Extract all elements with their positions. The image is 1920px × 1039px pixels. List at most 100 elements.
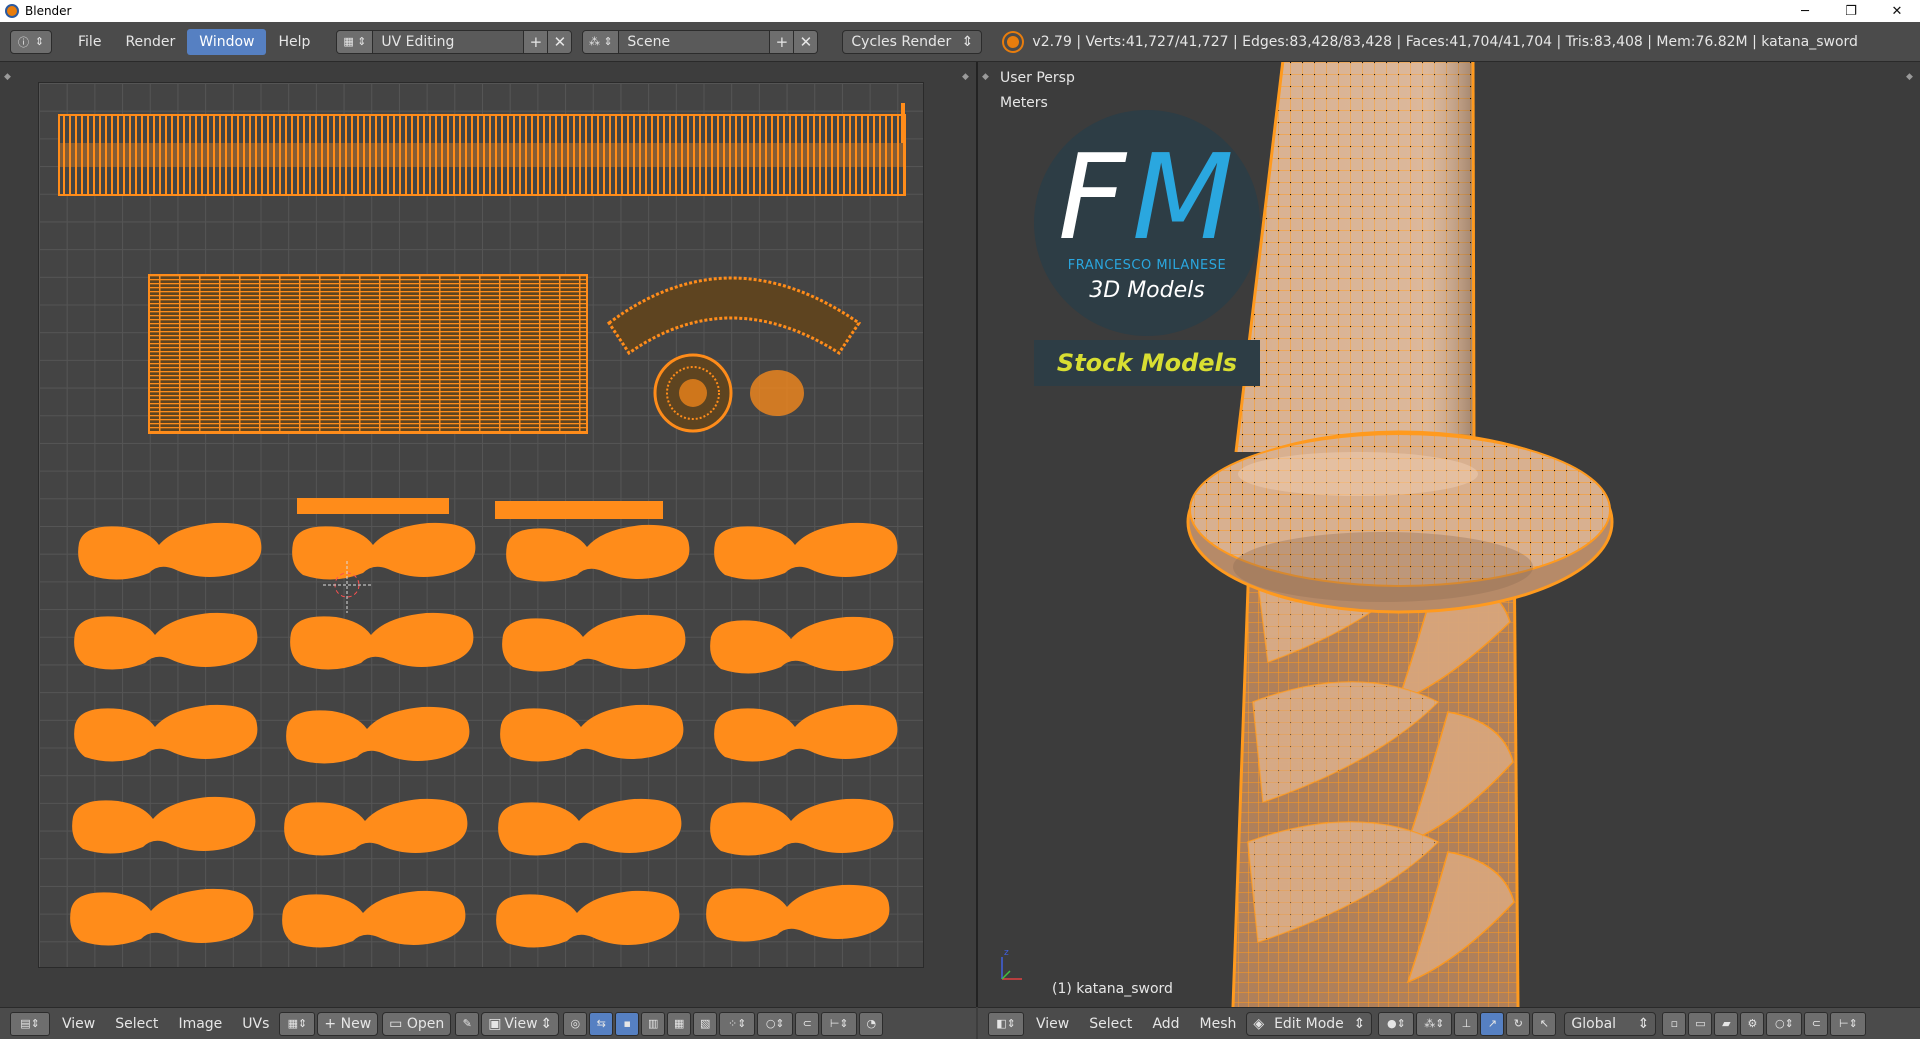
vp-menu-view[interactable]: View	[1026, 1012, 1079, 1036]
rotate-manipulator-icon[interactable]: ↻	[1506, 1011, 1531, 1036]
edge-select-mode-icon[interactable]: ▭	[1688, 1011, 1713, 1036]
editor-type-selector[interactable]: ▤⇕	[10, 1011, 50, 1036]
menu-file[interactable]: File	[66, 29, 113, 55]
info-editor-type-selector[interactable]: ⓘ ⇕	[10, 29, 52, 54]
updown-icon: ⇕	[961, 33, 974, 50]
minimize-button[interactable]: ─	[1782, 0, 1828, 22]
scene-stats: v2.79 | Verts:41,727/41,727 | Edges:83,4…	[1032, 33, 1858, 50]
uv-menu-uvs[interactable]: UVs	[232, 1012, 279, 1036]
uv-island-wraps	[70, 522, 898, 948]
screen-layout-name[interactable]: UV Editing	[373, 30, 524, 53]
restore-button[interactable]: ❐	[1828, 0, 1874, 22]
plus-icon: +	[324, 1015, 341, 1032]
add-scene-button[interactable]: +	[769, 30, 794, 53]
uv-islands	[58, 103, 906, 948]
remove-layout-button[interactable]: ✕	[547, 30, 572, 53]
menu-help[interactable]: Help	[266, 29, 322, 55]
info-icon: ⓘ	[17, 35, 29, 49]
vertex-select-mode-icon[interactable]: ▫	[1662, 1011, 1687, 1036]
uv-island-circle-small	[750, 370, 804, 416]
scene-combo[interactable]: ⁂ ⇕ Scene + ✕	[582, 29, 819, 54]
vertex-select-icon[interactable]: ▪	[615, 1011, 640, 1036]
layout-grid-icon[interactable]: ▦ ⇕	[337, 30, 374, 53]
uv-island-handle	[148, 274, 588, 434]
blender-app-icon	[5, 4, 19, 18]
fm-logo-letter-f: F	[1058, 128, 1126, 266]
vp-menu-add[interactable]: Add	[1142, 1012, 1189, 1036]
screen-layout-combo[interactable]: ▦ ⇕ UV Editing + ✕	[336, 29, 573, 54]
vp-menu-mesh[interactable]: Mesh	[1190, 1012, 1247, 1036]
scene-icon[interactable]: ⁂ ⇕	[583, 30, 620, 53]
manipulator-icon[interactable]: ⊥	[1454, 1011, 1479, 1036]
sticky-mode-icon[interactable]: ⁘⇕	[719, 1011, 756, 1036]
transform-orientation-combo[interactable]: Global ⇕	[1564, 1011, 1657, 1036]
3d-viewport[interactable]: ◆ ◆ User Persp Meters F M FRANCESCO MILA…	[978, 62, 1920, 1007]
info-header: ⓘ ⇕ File Render Window Help ▦ ⇕ UV Editi…	[0, 22, 1920, 62]
updown-icon: ⇕	[34, 35, 45, 48]
stock-models-label: Stock Models	[1056, 349, 1238, 377]
shading-mode-icon[interactable]: ●⇕	[1378, 1011, 1415, 1036]
render-engine-combo[interactable]: Cycles Render ⇕	[842, 29, 983, 54]
face-select-mode-icon[interactable]: ▰	[1714, 1011, 1739, 1036]
editor-type-selector[interactable]: ◧⇕	[988, 1011, 1024, 1036]
render-engine-label: Cycles Render	[851, 33, 952, 50]
axis-gizmo-icon: z	[1001, 948, 1022, 980]
edit-mode-icon: ◈	[1253, 1015, 1265, 1032]
snap-icon[interactable]: ⊂	[1804, 1011, 1829, 1036]
occlude-geometry-icon[interactable]: ⚙	[1740, 1011, 1765, 1036]
snap-element-icon[interactable]: ⊢⇕	[1830, 1011, 1867, 1036]
translate-manipulator-icon[interactable]: ↗	[1480, 1011, 1505, 1036]
menu-render[interactable]: Render	[113, 29, 187, 55]
region-toggle-arrow-icon[interactable]: ◆	[4, 72, 11, 82]
region-toggle-arrow-icon[interactable]: ◆	[962, 72, 969, 82]
uv-menu-select[interactable]: Select	[105, 1012, 168, 1036]
edge-select-icon[interactable]: ▥	[641, 1011, 666, 1036]
new-image-button[interactable]: + New	[317, 1011, 379, 1036]
close-button[interactable]: ✕	[1874, 0, 1920, 22]
uv-canvas-grid[interactable]	[38, 82, 924, 968]
pivot-icon[interactable]: ◎	[563, 1011, 588, 1036]
blender-logo-icon	[1004, 32, 1023, 51]
active-object-label: (1) katana_sword	[1052, 981, 1173, 997]
interaction-mode-combo[interactable]: ◈ Edit Mode ⇕	[1246, 1011, 1373, 1036]
image-browse-icon[interactable]: ▦⇕	[279, 1011, 316, 1036]
menu-window[interactable]: Window	[187, 28, 267, 55]
window-title: Blender	[25, 4, 72, 18]
add-layout-button[interactable]: +	[523, 30, 548, 53]
axis-z-label: z	[1004, 948, 1009, 958]
units-label: Meters	[1000, 95, 1048, 111]
sync-selection-icon[interactable]: ⇆	[589, 1011, 614, 1036]
os-title-bar: Blender ─ ❐ ✕	[0, 0, 1920, 22]
image-view-icon: ▣	[488, 1015, 502, 1032]
uv-island-bar	[495, 501, 663, 519]
3d-viewport-header: ◧⇕ View Select Add Mesh ◈ Edit Mode ⇕ ●⇕…	[978, 1007, 1920, 1039]
stock-models-badge: Stock Models	[1034, 340, 1260, 386]
pivot-point-icon[interactable]: ⁂⇕	[1416, 1011, 1453, 1036]
uv-image-editor[interactable]: ◆ ◆	[0, 62, 976, 1007]
uv-island-arc	[606, 276, 862, 356]
pin-icon[interactable]: ✎	[455, 1011, 480, 1036]
island-select-icon[interactable]: ▧	[693, 1011, 718, 1036]
uv-menu-view[interactable]: View	[52, 1012, 105, 1036]
uv-menu-image[interactable]: Image	[168, 1012, 232, 1036]
proportional-edit-icon[interactable]: ○⇕	[1766, 1011, 1803, 1036]
uv-editor-header: ▤⇕ View Select Image UVs ▦⇕ + New ▭ Open…	[0, 1007, 976, 1039]
fm-logo-letter-m: M	[1132, 128, 1234, 266]
fm-watermark-logo: F M FRANCESCO MILANESE 3D Models Stock M…	[1034, 110, 1260, 430]
snap-icon[interactable]: ⊂	[795, 1011, 820, 1036]
uv-island-bar	[297, 498, 449, 514]
scale-manipulator-icon[interactable]: ↖	[1532, 1011, 1557, 1036]
remove-scene-button[interactable]: ✕	[793, 30, 818, 53]
vp-menu-select[interactable]: Select	[1079, 1012, 1142, 1036]
open-image-button[interactable]: ▭ Open	[382, 1011, 452, 1036]
snap-element-icon[interactable]: ⊢⇕	[821, 1011, 858, 1036]
face-select-icon[interactable]: ▦	[667, 1011, 692, 1036]
view-mode-combo[interactable]: ▣ View ⇕	[481, 1011, 560, 1036]
fm-logo-tagline: 3D Models	[1089, 278, 1205, 303]
fm-logo-author: FRANCESCO MILANESE	[1067, 258, 1227, 273]
proportional-edit-icon[interactable]: ○⇕	[757, 1011, 794, 1036]
folder-icon: ▭	[389, 1015, 407, 1032]
view-name-label: User Persp	[1000, 70, 1075, 86]
uv-channel-icon[interactable]: ◔	[859, 1011, 884, 1036]
scene-name[interactable]: Scene	[619, 30, 770, 53]
